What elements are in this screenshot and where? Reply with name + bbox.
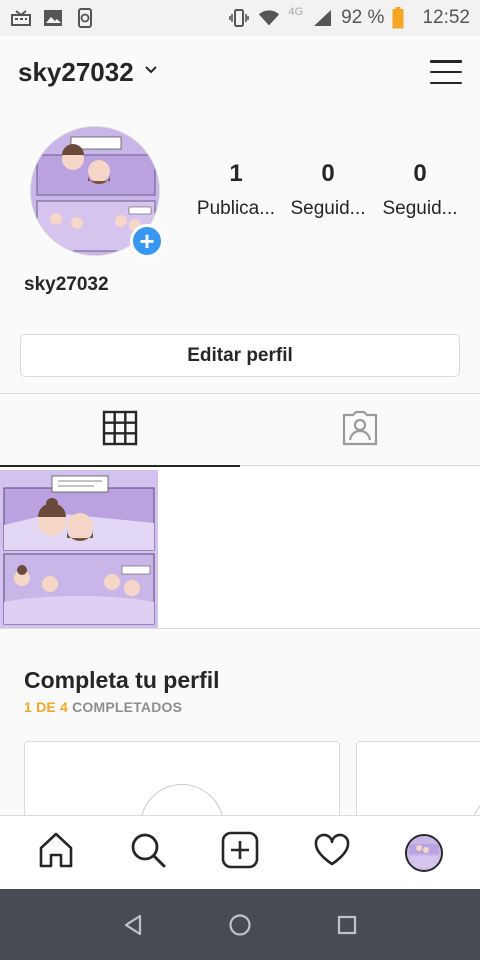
stat-posts[interactable]: 1 Publica...: [190, 160, 282, 220]
stat-value: 0: [321, 160, 335, 187]
complete-profile-progress: 1 DE 4 COMPLETADOS: [24, 699, 182, 715]
account-username[interactable]: sky27032: [18, 57, 134, 88]
complete-profile-title: Completa tu perfil: [24, 667, 220, 693]
clock: 12:52: [422, 7, 470, 28]
profile-tabs: [0, 393, 480, 467]
profile-stats: 1 Publica... 0 Seguid... 0 Seguid...: [190, 160, 470, 220]
add-post-icon: [221, 831, 259, 874]
battery-percent: 92 %: [341, 7, 385, 28]
battery-icon: [392, 7, 404, 29]
progress-count: 1 DE 4: [24, 699, 68, 715]
grid-icon: [102, 410, 138, 451]
profile-display-name: sky27032: [24, 274, 109, 295]
nav-activity[interactable]: [302, 823, 362, 883]
network-type: 4G: [288, 6, 304, 18]
vibrate-icon: [228, 8, 250, 28]
task-circle-icon: [472, 796, 480, 815]
recents-square-icon[interactable]: [327, 905, 367, 945]
nav-home[interactable]: [26, 823, 86, 883]
complete-profile-section: Completa tu perfil 1 DE 4 COMPLETADOS: [0, 629, 480, 815]
nav-profile[interactable]: [394, 823, 454, 883]
heart-icon: [313, 833, 351, 872]
post-thumbnail[interactable]: [0, 470, 158, 628]
profile-header: sky27032: [0, 36, 480, 108]
bottom-navigation: [0, 815, 480, 889]
stat-label: Publica...: [196, 198, 276, 219]
wifi-icon: [258, 8, 280, 28]
tagged-person-icon: [341, 410, 379, 451]
tab-grid[interactable]: [0, 394, 240, 467]
stat-followers[interactable]: 0 Seguid...: [282, 160, 374, 220]
chevron-down-icon[interactable]: [144, 65, 158, 79]
search-icon: [129, 831, 167, 874]
profile-task-card[interactable]: [24, 741, 340, 815]
profile-section: + 1 Publica... 0 Seguid... 0 Seguid... s…: [0, 108, 480, 393]
stat-following[interactable]: 0 Seguid...: [374, 160, 466, 220]
home-icon: [37, 831, 75, 874]
edit-profile-button[interactable]: Editar perfil: [20, 334, 460, 377]
signal-icon: [311, 8, 333, 28]
nav-new-post[interactable]: [210, 823, 270, 883]
hamburger-menu-icon[interactable]: [430, 58, 462, 86]
stat-value: 1: [229, 160, 243, 187]
status-bar: 4G 92 % 12:52: [0, 0, 480, 36]
stat-label: Seguid...: [382, 198, 458, 219]
posts-grid: [0, 467, 480, 629]
profile-avatar: [405, 833, 443, 872]
stat-value: 0: [413, 160, 427, 187]
nav-search[interactable]: [118, 823, 178, 883]
stat-label: Seguid...: [290, 198, 366, 219]
image-icon: [42, 8, 64, 28]
phone-sync-icon: [74, 8, 96, 28]
android-navigation-bar: [0, 889, 480, 960]
avatar-container[interactable]: +: [30, 126, 164, 258]
add-story-button[interactable]: +: [130, 224, 164, 258]
home-circle-icon[interactable]: [220, 905, 260, 945]
tab-tagged[interactable]: [240, 394, 480, 466]
task-circle-icon: [140, 784, 224, 815]
back-icon[interactable]: [113, 905, 153, 945]
profile-task-card[interactable]: [356, 741, 480, 815]
progress-suffix: COMPLETADOS: [72, 699, 183, 715]
keyboard-icon: [10, 8, 32, 28]
